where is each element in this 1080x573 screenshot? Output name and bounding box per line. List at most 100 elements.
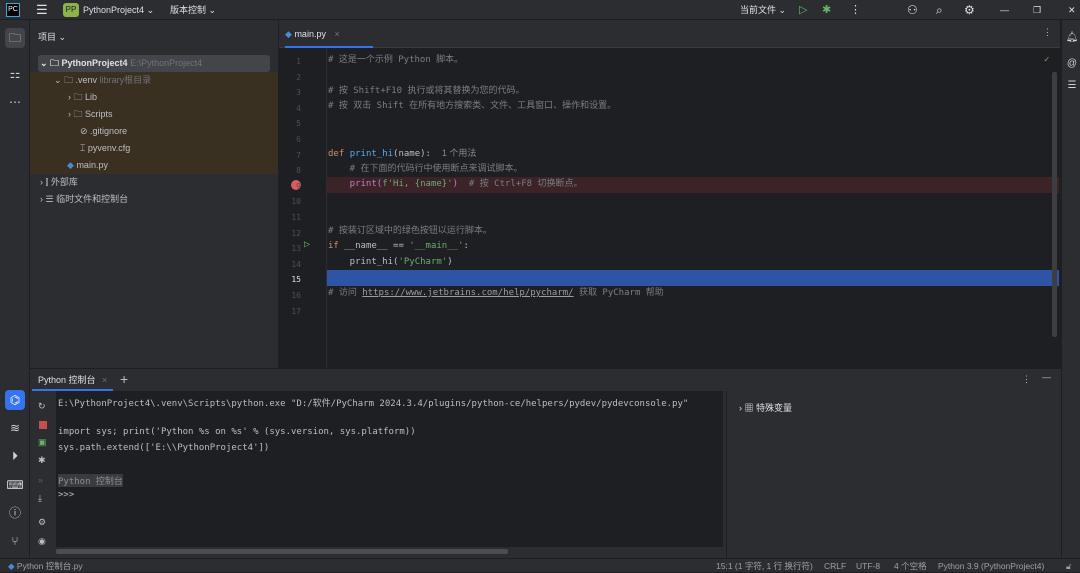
console-horizontal-scrollbar[interactable] — [56, 549, 508, 554]
tab-label: main.py — [294, 29, 326, 39]
chevron-down-icon: ⌄ — [146, 5, 155, 15]
tree-item-gitignore[interactable]: ⊘ .gitignore — [80, 123, 127, 140]
problems-icon[interactable]: ⓘ — [5, 503, 25, 523]
run-icon[interactable]: ▷ — [799, 3, 807, 17]
project-panel-header[interactable]: 项目 ⌄ — [38, 30, 66, 43]
settings-icon[interactable]: ⚙ — [38, 517, 46, 528]
console-prompt[interactable]: >>> — [58, 490, 74, 500]
more-tools-icon[interactable]: ⋯ — [5, 92, 25, 112]
more-icon[interactable]: ⋮ — [1022, 374, 1031, 385]
status-file[interactable]: ◆ Python 控制台.py — [8, 559, 83, 573]
python-console-icon[interactable]: ⌬ — [5, 390, 25, 410]
file-encoding[interactable]: UTF-8 — [856, 559, 880, 573]
search-icon[interactable]: ⌕ — [936, 3, 943, 17]
current-line-highlight — [327, 270, 1059, 286]
tree-label: 特殊变量 — [756, 403, 793, 413]
restore-icon[interactable]: ❐ — [1033, 3, 1041, 17]
console-banner: Python 控制台 — [58, 474, 123, 487]
settings-icon[interactable]: ⚙ — [964, 3, 975, 17]
project-badge: PP — [63, 3, 79, 17]
scroll-to-end-icon[interactable]: ⤓ — [38, 493, 42, 504]
lock-icon[interactable]: 🔓︎ — [1066, 559, 1072, 573]
line-number: 10 — [291, 197, 301, 207]
tab-main-py[interactable]: ◆ main.py × — [285, 20, 373, 48]
code-editor[interactable]: ▷ ✓ 1 2 3 4 5 6 7 8 9 10 11 12 13 14 15 16 17 # 这是一个示例 P… — [279, 28, 1060, 368]
menu-icon[interactable]: ☰ — [36, 3, 48, 17]
git-icon[interactable]: ⑂ — [5, 531, 25, 551]
tree-item-project-root[interactable]: ⌄ 🗀 PythonProject4 E:\PythonProject4 — [38, 55, 270, 72]
code-text: ) — [447, 257, 453, 267]
new-console-icon[interactable]: ▣ — [38, 437, 47, 448]
tab-python-console[interactable]: Python 控制台 × — [32, 369, 114, 391]
code-line-12: # 按装订区域中的绿色按钮以运行脚本。 — [328, 226, 492, 236]
tree-item-pyvenv-cfg[interactable]: ⌶ pyvenv.cfg — [80, 140, 130, 157]
python-file-icon: ◆ — [285, 29, 292, 39]
tree-item-external-libs[interactable]: › ⫿ 外部库 — [40, 174, 78, 191]
code-line-1: # 这是一个示例 Python 脚本。 — [328, 55, 464, 65]
code-text: (name): — [393, 149, 431, 159]
function-name: print_hi — [349, 149, 394, 159]
line-number: 5 — [296, 119, 301, 129]
console-output[interactable]: E:\PythonProject4\.venv\Scripts\python.e… — [56, 391, 723, 554]
line-separator[interactable]: CRLF — [824, 559, 846, 573]
pycharm-logo-icon: PC — [6, 3, 20, 17]
editor-scrollbar[interactable] — [1052, 72, 1057, 337]
python-file-icon: ◆ — [67, 160, 74, 170]
tree-item-main-py[interactable]: ◆ main.py — [67, 157, 108, 174]
line-number: 9 — [296, 181, 301, 191]
run-config-select[interactable]: 当前文件 ⌄ — [740, 3, 786, 17]
minimize-icon[interactable]: — — [1000, 3, 1009, 17]
code-text: print_hi( — [328, 257, 399, 267]
string: '__main__' — [409, 241, 464, 251]
code-text: print( — [328, 179, 383, 189]
more-icon[interactable]: ⋮ — [850, 3, 861, 17]
tree-label: 临时文件和控制台 — [56, 194, 129, 204]
close-tab-icon[interactable]: × — [102, 375, 107, 385]
tree-item-venv[interactable]: ⌄ 🗀 .venv library根目录 — [54, 72, 151, 89]
code-line-9: print(f'Hi, {name}') # 按 Ctrl+F8 切换断点。 — [328, 177, 583, 193]
line-number: 13 — [291, 244, 301, 254]
debug-console-icon[interactable]: ✱ — [38, 455, 46, 466]
line-number: 4 — [296, 103, 301, 113]
tree-label: pyvenv.cfg — [87, 143, 131, 153]
help-link[interactable]: https://www.jetbrains.com/help/pycharm/ — [362, 288, 573, 298]
vcs-menu[interactable]: 版本控制 ⌄ — [170, 3, 216, 17]
execute-icon[interactable]: » — [38, 475, 43, 485]
rerun-icon[interactable]: ↻ — [38, 401, 46, 412]
tree-item-scripts[interactable]: › 🗀 Scripts — [68, 106, 113, 123]
layers-icon[interactable]: ≋ — [5, 418, 25, 438]
line-number: 11 — [291, 213, 301, 222]
structure-icon[interactable]: ⚏ — [5, 64, 25, 84]
code-line-16: # 访问 https://www.jetbrains.com/help/pych… — [328, 286, 664, 302]
terminal-icon[interactable]: ⌨ — [5, 475, 25, 495]
caret-position[interactable]: 15:1 (1 字符, 1 行 换行符) — [716, 559, 813, 573]
line-number: 12 — [291, 228, 301, 238]
usages-hint[interactable]: 1 个用法 — [442, 148, 477, 158]
tree-hint: library根目录 — [99, 75, 152, 85]
tree-label: main.py — [76, 160, 108, 170]
tree-item-scratches[interactable]: › ☰ 临时文件和控制台 — [40, 191, 128, 208]
project-folder-icon[interactable]: 🗀 — [5, 28, 25, 48]
interpreter[interactable]: Python 3.9 (PythonProject4) — [938, 559, 1044, 573]
python-file-icon: ◆ — [8, 561, 15, 571]
services-icon[interactable]: ⏵ — [5, 446, 25, 466]
right-tool-strip: 🔔︎ @ ☰ — [1061, 20, 1080, 558]
add-tab-icon[interactable]: + — [120, 371, 128, 387]
close-tab-icon[interactable]: × — [334, 29, 339, 39]
notifications-bell-icon[interactable]: 🔔︎ — [1062, 28, 1080, 48]
tree-item-lib[interactable]: › 🗀 Lib — [68, 89, 97, 106]
line-number: 17 — [291, 306, 301, 316]
debug-icon[interactable]: ✱ — [822, 3, 831, 17]
hide-panel-icon[interactable]: — — [1042, 372, 1051, 382]
show-variables-icon[interactable]: ◉ — [38, 536, 46, 547]
indent-setting[interactable]: 4 个空格 — [894, 559, 927, 573]
project-switcher[interactable]: PythonProject4 ⌄ — [83, 3, 154, 17]
ai-assistant-icon[interactable]: @ — [1062, 54, 1080, 74]
more-icon[interactable]: ⋮ — [1043, 27, 1052, 38]
special-variables-node[interactable]: › ▦ 特殊变量 — [739, 401, 792, 414]
close-icon[interactable]: ✕ — [1068, 3, 1076, 17]
database-icon[interactable]: ☰ — [1062, 76, 1080, 96]
run-gutter-icon[interactable]: ▷ — [304, 239, 310, 250]
stop-icon[interactable] — [39, 421, 47, 429]
add-user-icon[interactable]: ⚇ — [907, 3, 918, 17]
